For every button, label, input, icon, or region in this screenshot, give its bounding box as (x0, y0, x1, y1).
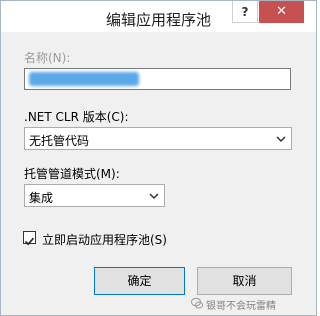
title-bar: 编辑应用程序池 ? ✕ (1, 1, 316, 32)
chevron-down-icon (276, 136, 286, 143)
autostart-checkbox[interactable] (23, 231, 36, 246)
help-button[interactable]: ? (232, 1, 258, 23)
pipeline-mode-label: 托管管道模式(M): (24, 167, 120, 181)
ok-button[interactable]: 确定 (94, 267, 185, 295)
name-field[interactable] (24, 68, 291, 90)
wechat-icon (191, 297, 203, 309)
clr-version-select[interactable]: 无托管代码 (24, 127, 292, 150)
pipeline-mode-value: 集成 (29, 191, 54, 205)
cancel-button[interactable]: 取消 (197, 267, 292, 295)
close-button[interactable]: ✕ (259, 1, 304, 23)
checkmark-icon (24, 237, 35, 246)
clr-version-value: 无托管代码 (29, 134, 90, 148)
autostart-label[interactable]: 立即启动应用程序池(S) (42, 231, 167, 248)
name-label: 名称(N): (24, 51, 71, 65)
redacted-name-value (29, 72, 139, 86)
edit-app-pool-dialog: 编辑应用程序池 ? ✕ 名称(N): .NET CLR 版本(C): 无托管代码… (0, 0, 317, 316)
chevron-down-icon (149, 193, 159, 200)
pipeline-mode-select[interactable]: 集成 (24, 184, 165, 207)
clr-version-label: .NET CLR 版本(C): (24, 110, 129, 124)
close-icon: ✕ (276, 4, 287, 19)
watermark-text: 银哥不会玩雷精 (206, 301, 276, 312)
